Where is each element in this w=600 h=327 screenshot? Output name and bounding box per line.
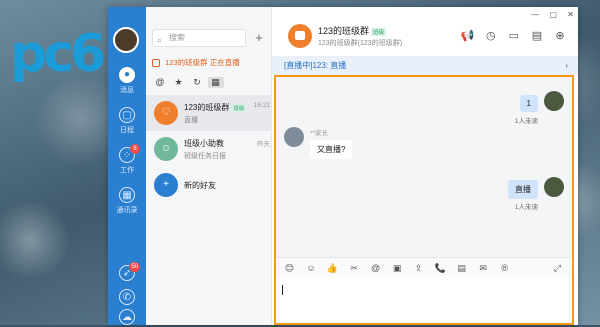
- assistant-avatar: ☺: [154, 137, 178, 161]
- live-banner[interactable]: [直播中]123: 直播 ›: [272, 57, 578, 75]
- conversation-name: 新的好友: [184, 181, 216, 190]
- conversation-name: 123的班级群 班级: [184, 103, 247, 112]
- sender-name: **家长: [310, 130, 329, 137]
- conversation-name: 班级小助教: [184, 139, 224, 148]
- rail-item-phone[interactable]: ✆: [108, 289, 146, 307]
- folder-icon[interactable]: ▭: [506, 29, 522, 42]
- rail-label: 工作: [120, 167, 134, 174]
- nav-rail: ● 消息 ▢ 日程 ⁘ 8 工作 ▦ 通讯录 ➶ 50 ✆ ☁: [108, 7, 146, 325]
- emoji-icon[interactable]: 😊: [280, 258, 299, 278]
- new-friend-avatar: +: [154, 173, 178, 197]
- phone-icon: ✆: [119, 289, 135, 305]
- filter-refresh-icon[interactable]: ↻: [189, 77, 205, 88]
- read-status[interactable]: 1人未读: [515, 115, 538, 125]
- self-avatar[interactable]: [544, 91, 564, 111]
- conversation-preview: 直播: [184, 117, 198, 124]
- call-icon[interactable]: 📞: [431, 258, 450, 278]
- chat-title: 123的班级群 班级: [318, 26, 387, 36]
- filter-bar: @ ★ ↻ ▦: [152, 77, 270, 91]
- calendar-icon[interactable]: ▤: [529, 29, 545, 42]
- self-avatar[interactable]: [544, 177, 564, 197]
- live-banner-text: [直播中]123: 直播: [284, 61, 347, 70]
- rail-label: 消息: [120, 87, 134, 94]
- search-input[interactable]: ⌕ 搜索: [152, 29, 246, 47]
- class-tag: 班级: [371, 28, 387, 36]
- message-text: 1: [519, 95, 538, 112]
- chat-header: 123的班级群 班级 123的班级群(123的班级群) 📢 ◷ ▭ ▤ ⊕: [272, 7, 578, 57]
- conversation-preview: 班级任务日报: [184, 153, 226, 160]
- work-badge: 8: [130, 144, 140, 154]
- live-notice-text: 123的班级群 正在直播: [165, 58, 240, 67]
- rail-item-messages[interactable]: ● 消息: [108, 67, 146, 95]
- like-icon[interactable]: 👍: [323, 258, 342, 278]
- user-avatar[interactable]: [113, 27, 139, 53]
- conversation-list-panel: ⌕ 搜索 + 123的班级群 正在直播 @ ★ ↻ ▦ ♡ 123的班级群 班级 …: [146, 7, 272, 325]
- conversation-item[interactable]: ♡ 123的班级群 班级 直播 16:21: [146, 95, 272, 131]
- conversation-item[interactable]: + 新的好友: [146, 167, 272, 203]
- message-bubble-right[interactable]: 直播: [508, 179, 538, 199]
- image-icon[interactable]: ▣: [388, 258, 407, 278]
- message-icon: ●: [119, 67, 135, 83]
- schedule-icon[interactable]: ▤: [452, 258, 471, 278]
- app-window: ● 消息 ▢ 日程 ⁘ 8 工作 ▦ 通讯录 ➶ 50 ✆ ☁ ⌕ 搜索 + 1…: [108, 7, 578, 325]
- contacts-icon: ▦: [119, 187, 135, 203]
- live-notice[interactable]: 123的班级群 正在直播: [152, 57, 270, 71]
- filter-star-icon[interactable]: ★: [171, 77, 187, 88]
- group-avatar[interactable]: [288, 24, 312, 48]
- rail-item-notifications[interactable]: ➶ 50: [108, 262, 146, 283]
- conversation-time: 16:21: [253, 102, 270, 109]
- message-area-highlight: 1 1人未读 **家长 又直播? 直播 1人未读 😊 ☺ 👍 ✂ @ ▣ ⇪ 📞…: [274, 75, 574, 325]
- rail-item-calendar[interactable]: ▢ 日程: [108, 107, 146, 135]
- search-icon: ⌕: [157, 35, 163, 45]
- message-text: 又直播?: [310, 140, 353, 159]
- live-icon: [152, 59, 160, 68]
- rail-item-contacts[interactable]: ▦ 通讯录: [108, 187, 146, 215]
- notification-badge: 50: [129, 262, 140, 272]
- conversation-item[interactable]: ☺ 班级小助教 班级任务日报 昨天: [146, 131, 272, 167]
- parent-avatar[interactable]: [284, 127, 304, 147]
- announcement-icon[interactable]: 📢: [460, 29, 476, 42]
- chevron-right-icon: ›: [565, 61, 568, 70]
- rail-label: 日程: [120, 127, 134, 134]
- sticker-icon[interactable]: ☺: [302, 258, 321, 278]
- logo-text: pc6: [10, 24, 106, 84]
- calendar-icon: ▢: [119, 107, 135, 123]
- chat-subtitle: 123的班级群(123的班级群): [318, 40, 403, 47]
- expand-icon[interactable]: ⤢: [548, 258, 567, 278]
- more-icon[interactable]: ®: [495, 258, 514, 278]
- search-placeholder: 搜索: [169, 33, 185, 42]
- composer-toolbar: 😊 ☺ 👍 ✂ @ ▣ ⇪ 📞 ▤ ✉ ® ⤢: [276, 257, 571, 277]
- message-text: 直播: [508, 180, 538, 199]
- add-member-icon[interactable]: ⊕: [552, 29, 568, 42]
- chat-header-tools: 📢 ◷ ▭ ▤ ⊕: [456, 29, 568, 42]
- add-button[interactable]: +: [251, 29, 267, 47]
- rail-item-cloud[interactable]: ☁: [108, 309, 146, 327]
- mail-icon[interactable]: ✉: [474, 258, 493, 278]
- group-avatar: ♡: [154, 101, 178, 125]
- cloud-icon: ☁: [119, 309, 135, 325]
- scissors-icon[interactable]: ✂: [345, 258, 364, 278]
- read-status[interactable]: 1人未读: [515, 201, 538, 211]
- rail-label: 通讯录: [116, 207, 138, 214]
- mention-icon[interactable]: @: [366, 258, 385, 278]
- rail-item-work[interactable]: ⁘ 8 工作: [108, 144, 146, 175]
- chat-panel: — ▢ ✕ 123的班级群 班级 123的班级群(123的班级群) 📢 ◷ ▭ ▤…: [272, 7, 578, 325]
- filter-grid-icon[interactable]: ▦: [207, 77, 224, 88]
- message-bubble-right[interactable]: 1: [519, 93, 538, 112]
- history-icon[interactable]: ◷: [483, 29, 499, 42]
- file-icon[interactable]: ⇪: [409, 258, 428, 278]
- conversation-time: 昨天: [257, 141, 270, 148]
- message-bubble-left[interactable]: 又直播?: [310, 139, 353, 159]
- message-input[interactable]: [276, 277, 571, 322]
- text-caret: [282, 285, 283, 295]
- filter-mention-icon[interactable]: @: [152, 77, 168, 87]
- class-tag: 班级: [231, 104, 247, 112]
